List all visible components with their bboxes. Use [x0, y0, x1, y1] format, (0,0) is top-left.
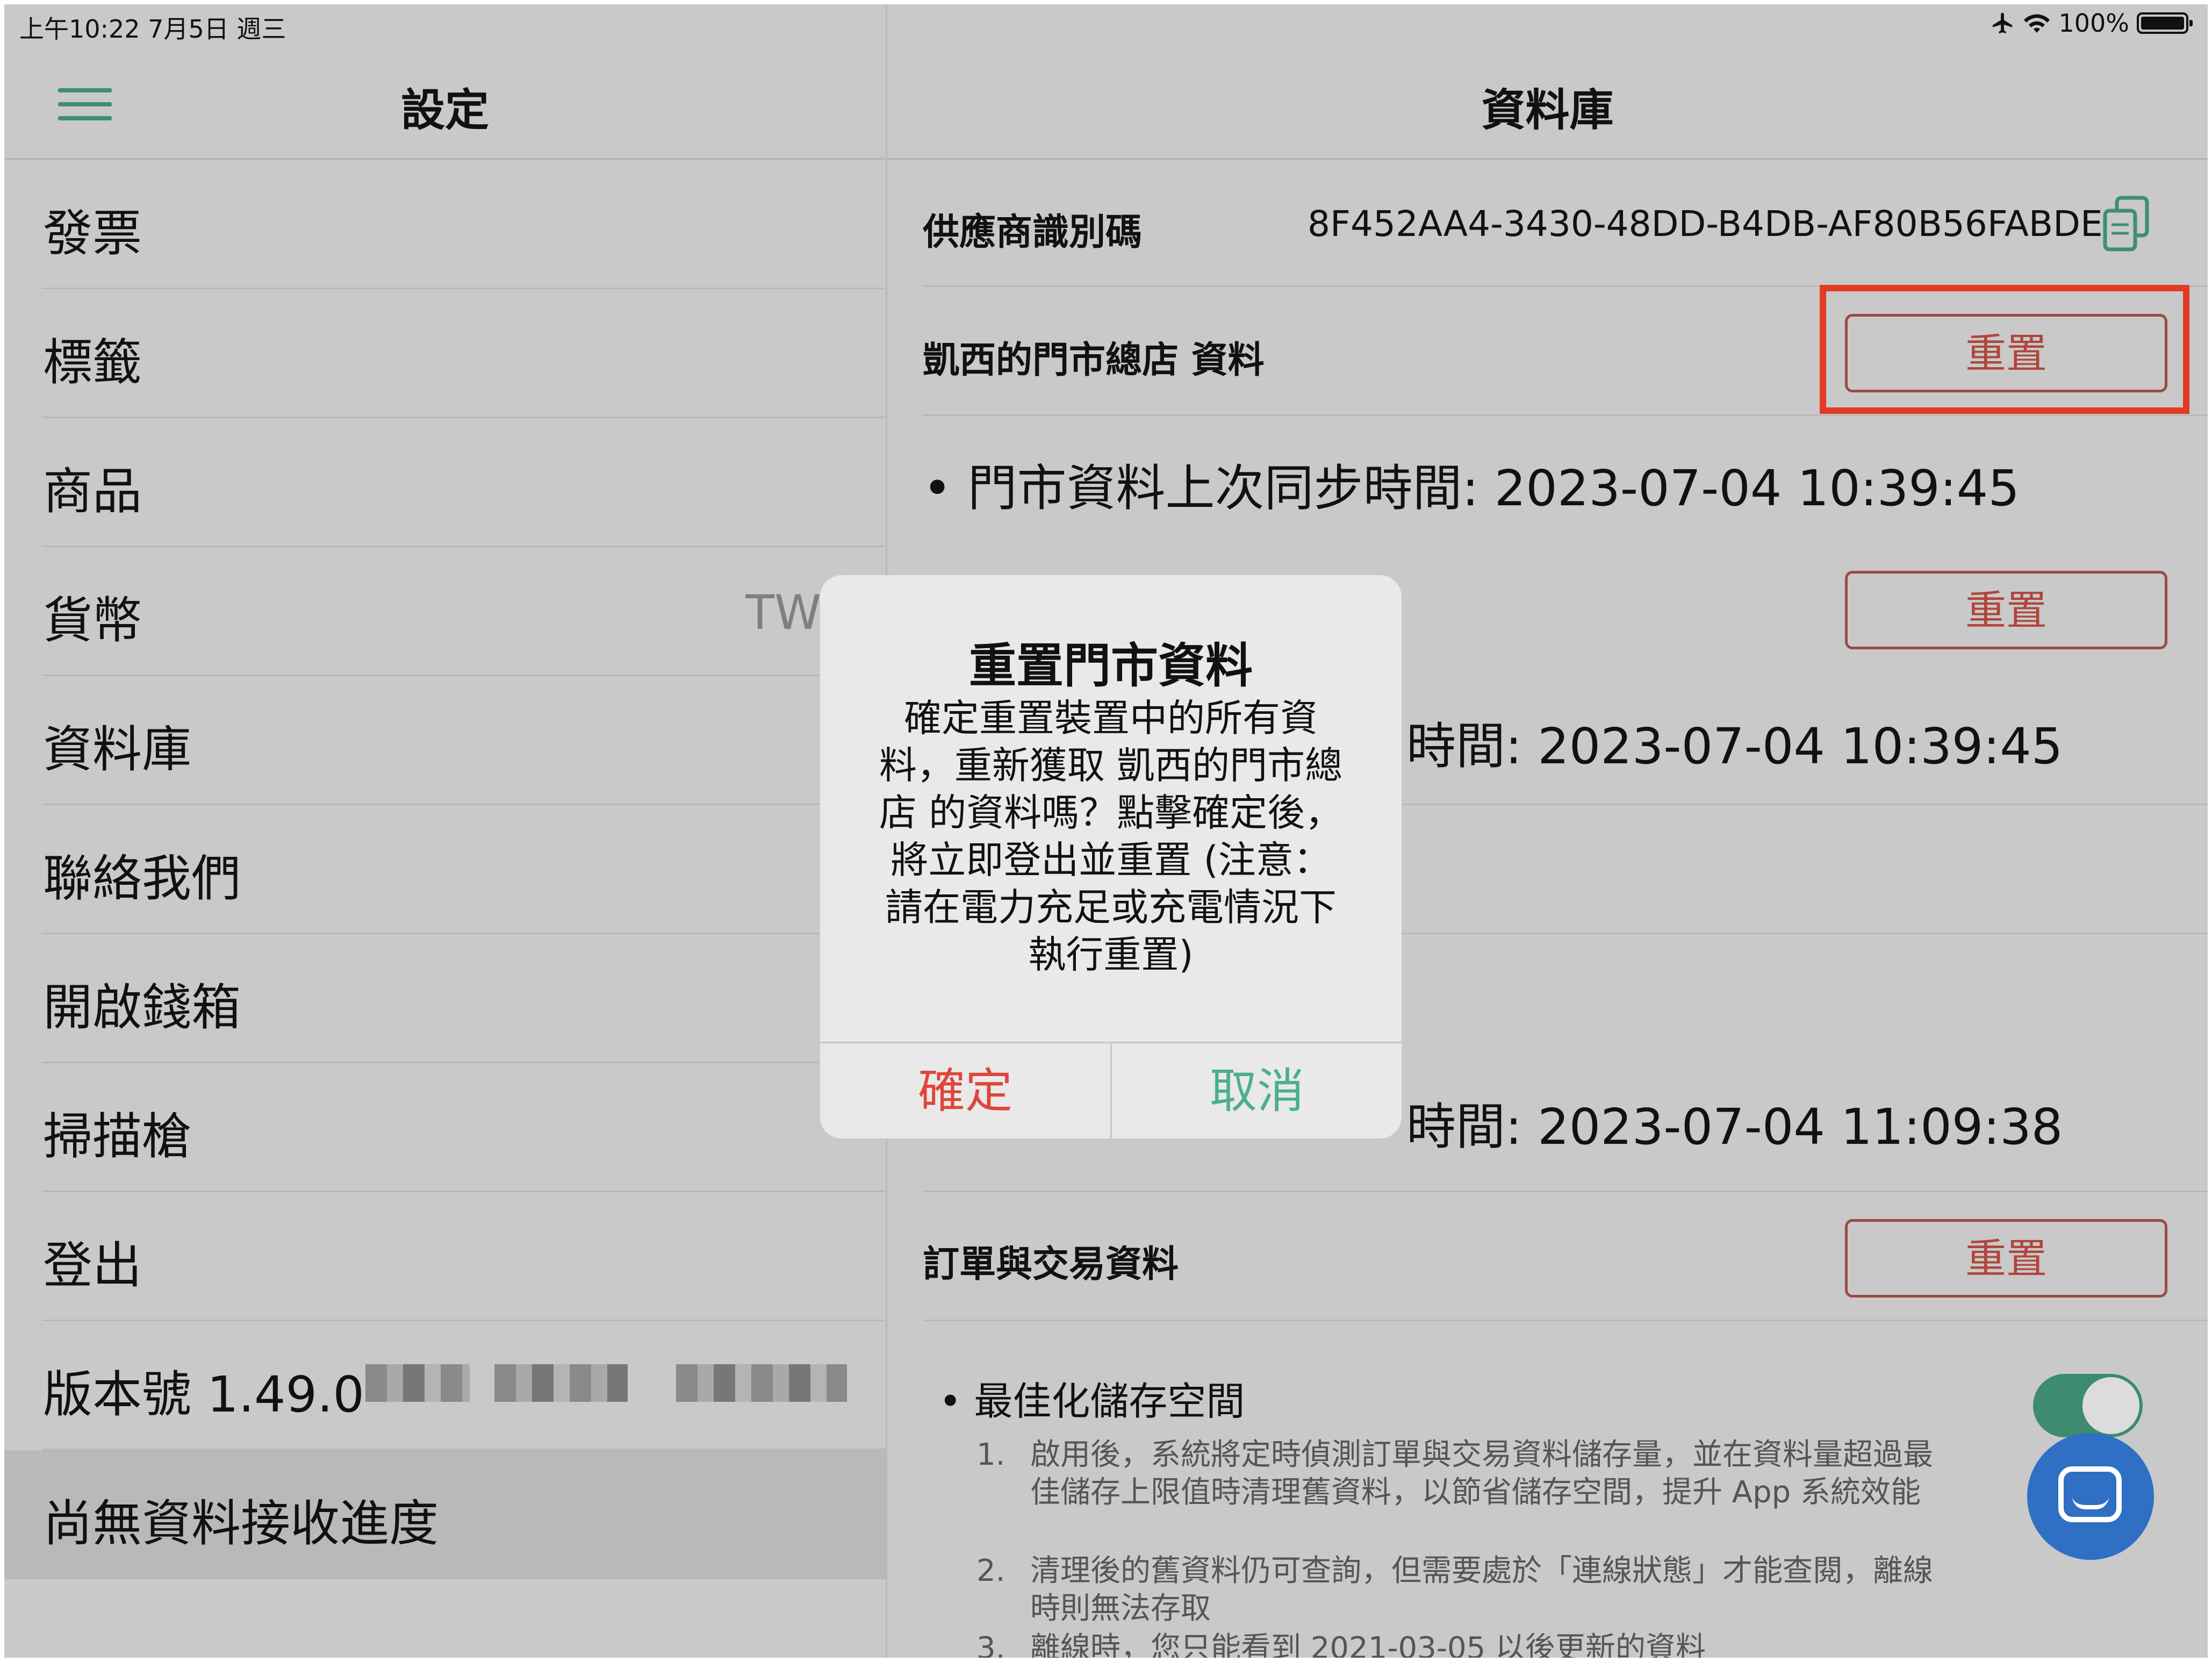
second-sync-time: 時間: 2023-07-04 10:39:45: [1406, 718, 2063, 775]
redacted-block: [365, 1364, 470, 1402]
menu-item-label: 標籤: [43, 334, 142, 391]
app-window: 設定 發票 標籤 商品 貨幣 TW 資料庫 聯絡我們 開啟錢箱 掃描槍 登出 版…: [4, 4, 2208, 1658]
list-text: 清理後的舊資料仍可查詢，但需要處於「連線狀態」才能查閱，離線時則無法存取: [1030, 1553, 1933, 1626]
status-bar: 上午10:22 7月5日 週三 100%: [4, 4, 2208, 53]
menu-item-label: 掃描槍: [43, 1108, 192, 1165]
menu-item-label: 發票: [43, 205, 142, 262]
status-time-date: 上午10:22 7月5日 週三: [19, 15, 286, 44]
dialog-message: 確定重置裝置中的所有資 料，重新獲取 凱西的門市總 店 的資料嗎？點擊確定後， …: [879, 696, 1343, 977]
toggle-knob: [2082, 1377, 2139, 1434]
menu-item-scanner[interactable]: 掃描槍: [4, 1063, 886, 1192]
menu-item-label: 聯絡我們: [43, 850, 241, 907]
vendor-id-label: 供應商識別碼: [923, 211, 1143, 254]
menu-item-labels[interactable]: 標籤: [4, 289, 886, 418]
third-sync-time: 時間: 2023-07-04 11:09:38: [1406, 1098, 2063, 1156]
menu-item-open-cash-drawer[interactable]: 開啟錢箱: [4, 934, 886, 1063]
orders-row: 訂單與交易資料 重置: [923, 1192, 2208, 1321]
menu-item-sync-progress: 尚無資料接收進度: [4, 1450, 886, 1579]
list-text: 啟用後，系統將定時偵測訂單與交易資料儲存量，並在資料量超過最佳儲存上限值時清理舊…: [1030, 1437, 1933, 1510]
currency-value: TW: [745, 585, 821, 640]
menu-item-label: 貨幣: [43, 592, 142, 649]
optimize-storage-toggle[interactable]: [2033, 1374, 2143, 1437]
settings-menu: 發票 標籤 商品 貨幣 TW 資料庫 聯絡我們 開啟錢箱 掃描槍 登出 版本號 …: [4, 160, 886, 1579]
airplane-icon: [1993, 12, 2013, 34]
menu-item-label: 資料庫: [43, 721, 192, 778]
optimize-storage-label: • 最佳化儲存空間: [939, 1379, 1245, 1424]
menu-item-invoice[interactable]: 發票: [4, 160, 886, 289]
menu-item-version: 版本號 1.49.0: [4, 1321, 886, 1450]
list-number: 3.: [976, 1631, 1006, 1658]
menu-item-logout[interactable]: 登出: [4, 1192, 886, 1321]
dialog-confirm-button[interactable]: 確定: [820, 1043, 1110, 1138]
store-data-label: 凱西的門市總店 資料: [923, 339, 1265, 382]
menu-item-currency[interactable]: 貨幣 TW: [4, 547, 886, 676]
settings-title: 設定: [400, 85, 489, 136]
menu-item-label: 商品: [43, 463, 142, 520]
redacted-block: [676, 1364, 847, 1402]
reset-store-dialog: 重置門市資料 確定重置裝置中的所有資 料，重新獲取 凱西的門市總 店 的資料嗎？…: [820, 575, 1402, 1138]
list-number: 1.: [976, 1437, 1006, 1472]
sync-progress-label: 尚無資料接收進度: [43, 1495, 439, 1552]
settings-sidebar: 設定 發票 標籤 商品 貨幣 TW 資料庫 聯絡我們 開啟錢箱 掃描槍 登出 版…: [4, 4, 886, 1658]
wifi-icon: [2024, 14, 2050, 33]
reset-orders-button[interactable]: 重置: [1845, 1219, 2167, 1298]
store-sync-time: • 門市資料上次同步時間: 2023-07-04 10:39:45: [923, 460, 2020, 517]
store-sync-row: • 門市資料上次同步時間: 2023-07-04 10:39:45: [923, 416, 2208, 545]
vendor-id-row: 供應商識別碼 8F452AA4-3430-48DD-B4DB-AF80B56FA…: [923, 160, 2208, 287]
nav-bar-divider: [887, 158, 2208, 160]
menu-item-label: 開啟錢箱: [43, 979, 241, 1036]
highlight-box: [1820, 285, 2189, 414]
settings-nav-bar: 設定: [4, 53, 886, 160]
menu-item-products[interactable]: 商品: [4, 418, 886, 547]
database-title: 資料庫: [1481, 85, 1614, 136]
battery-icon: [2137, 12, 2193, 34]
chat-bubble-icon: [2058, 1466, 2122, 1522]
chat-support-button[interactable]: [2027, 1433, 2154, 1560]
vendor-id-value: 8F452AA4-3430-48DD-B4DB-AF80B56FABDE: [1308, 203, 2103, 245]
menu-item-label: 登出: [43, 1237, 142, 1294]
copy-icon[interactable]: [2101, 195, 2152, 254]
battery-percent: 100%: [2058, 9, 2129, 38]
redacted-block: [494, 1364, 628, 1402]
reset-second-data-button[interactable]: 重置: [1845, 571, 2167, 649]
notes-list: 1. 啟用後，系統將定時偵測訂單與交易資料儲存量，並在資料量超過最佳儲存上限值時…: [976, 1436, 1998, 1658]
row-divider: [923, 1320, 2208, 1321]
status-indicators: 100%: [1991, 9, 2193, 38]
dialog-title: 重置門市資料: [968, 638, 1253, 693]
list-text: 離線時，您只能看到 2021-03-05 以後更新的資料: [1030, 1631, 1706, 1658]
menu-item-database[interactable]: 資料庫: [4, 676, 886, 805]
orders-label: 訂單與交易資料: [923, 1243, 1179, 1286]
menu-item-contact-us[interactable]: 聯絡我們: [4, 805, 886, 934]
list-number: 2.: [976, 1553, 1006, 1588]
version-label: 版本號 1.49.0: [43, 1366, 364, 1423]
dialog-cancel-button[interactable]: 取消: [1112, 1043, 1402, 1138]
